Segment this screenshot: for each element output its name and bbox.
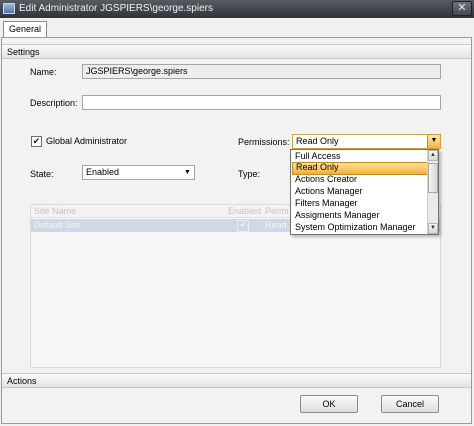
site-name-cell: Default Site: [34, 220, 81, 230]
chevron-down-icon[interactable]: ▼: [427, 135, 440, 148]
title-bar[interactable]: Edit Administrator JGSPIERS\george.spier…: [0, 0, 474, 18]
global-admin-checkbox[interactable]: ✔: [31, 136, 42, 147]
option-full-access[interactable]: Full Access: [292, 151, 429, 162]
permissions-select[interactable]: Read Only ▼: [292, 134, 441, 149]
permission-cell: Read: [265, 220, 287, 230]
actions-header: Actions: [2, 373, 471, 388]
close-button[interactable]: ✕: [452, 1, 472, 16]
column-enabled: Enabled: [228, 206, 262, 216]
window-title: Edit Administrator JGSPIERS\george.spier…: [19, 3, 213, 14]
name-field[interactable]: JGSPIERS\george.spiers: [82, 64, 441, 79]
option-filters-manager[interactable]: Filters Manager: [292, 198, 429, 209]
cancel-button[interactable]: Cancel: [381, 395, 439, 413]
tab-general[interactable]: General: [3, 21, 47, 37]
ok-button[interactable]: OK: [300, 395, 358, 413]
state-select[interactable]: Enabled ▼: [82, 165, 195, 180]
settings-header: Settings: [2, 44, 471, 59]
chevron-down-icon[interactable]: ▼: [182, 167, 193, 178]
option-system-optimization-manager[interactable]: System Optimization Manager: [292, 222, 429, 233]
global-admin-label: Global Administrator: [46, 136, 128, 146]
description-label: Description:: [30, 98, 78, 108]
permissions-value: Read Only: [296, 136, 339, 146]
option-assigments-manager[interactable]: Assigments Manager: [292, 210, 429, 221]
state-label: State:: [30, 169, 54, 179]
enabled-checkbox: ✔: [237, 220, 249, 232]
permissions-label: Permissions:: [238, 137, 290, 147]
column-permission: Permi: [265, 206, 289, 216]
name-label: Name:: [30, 67, 57, 77]
option-actions-manager[interactable]: Actions Manager: [292, 186, 429, 197]
permissions-dropdown-list[interactable]: Full Access Read Only Actions Creator Ac…: [290, 149, 439, 235]
type-label: Type:: [238, 169, 261, 179]
checkmark-icon: ✔: [32, 136, 41, 146]
scroll-thumb[interactable]: [428, 163, 438, 193]
state-value: Enabled: [86, 167, 120, 177]
app-monitor-icon: [3, 3, 15, 14]
column-site-name: Site Name: [34, 206, 77, 216]
dropdown-scrollbar[interactable]: ▲ ▼: [427, 150, 438, 234]
option-actions-creator[interactable]: Actions Creator: [292, 174, 429, 185]
scroll-down-icon[interactable]: ▼: [428, 223, 438, 234]
scroll-up-icon[interactable]: ▲: [428, 150, 438, 161]
description-field[interactable]: [82, 95, 441, 110]
